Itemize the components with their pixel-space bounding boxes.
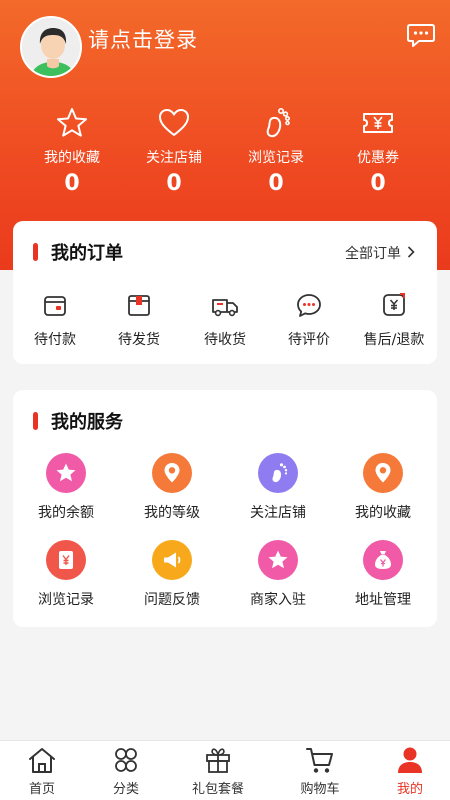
megaphone-icon (152, 540, 192, 580)
stat-count: 0 (268, 171, 284, 196)
service-merchant-join[interactable]: 商家入驻 (228, 540, 328, 609)
truck-icon (212, 299, 238, 317)
location-pin-icon (363, 453, 403, 493)
yen-ticket-icon (46, 540, 86, 580)
location-pin-icon (152, 453, 192, 493)
stat-followed-shops[interactable]: 关注店铺 0 (124, 106, 224, 196)
star-badge-icon (258, 540, 298, 580)
all-orders-label: 全部订单 (345, 246, 401, 262)
section-accent-bar (33, 412, 38, 430)
tab-mine[interactable]: 我的 (368, 745, 450, 797)
stat-favorites[interactable]: 我的收藏 0 (22, 106, 122, 196)
footprint-icon (266, 107, 290, 138)
order-pending-receipt[interactable]: 待收货 (185, 291, 265, 349)
services-title: 我的服务 (51, 412, 123, 433)
stat-coupons[interactable]: 优惠券 0 (328, 106, 428, 196)
tab-label: 首页 (28, 782, 55, 797)
stat-label: 浏览记录 (248, 150, 304, 166)
tab-label: 购物车 (300, 782, 340, 797)
services-card: 我的服务 我的余额 我的等级 关注店铺 我的收藏 浏览记录 问题反馈 商家入驻 … (13, 390, 437, 627)
service-feedback[interactable]: 问题反馈 (122, 540, 222, 609)
tab-cart[interactable]: 购物车 (278, 745, 362, 797)
tab-label: 分类 (112, 782, 139, 797)
service-label: 浏览记录 (38, 592, 94, 608)
comment-icon (297, 294, 321, 317)
order-label: 待评价 (288, 332, 330, 348)
heart-icon (159, 109, 189, 136)
stat-label: 关注店铺 (146, 150, 202, 166)
category-icon (115, 748, 137, 772)
tab-label: 礼包套餐 (191, 782, 244, 797)
tab-label: 我的 (396, 782, 423, 797)
orders-card: 我的订单 全部订单 待付款 待发货 待收货 待评价 售后/退款 (13, 221, 437, 364)
login-prompt[interactable]: 请点击登录 (88, 24, 198, 54)
package-icon (128, 295, 150, 316)
services-card-header: 我的服务 (13, 390, 437, 450)
stat-history[interactable]: 浏览记录 0 (226, 106, 326, 196)
tab-home[interactable]: 首页 (0, 745, 84, 797)
service-balance[interactable]: 我的余额 (16, 453, 116, 522)
service-label: 关注店铺 (250, 505, 306, 521)
stat-count: 0 (64, 171, 80, 196)
stat-count: 0 (370, 171, 386, 196)
all-orders-link[interactable]: 全部订单 (345, 243, 415, 263)
service-label: 商家入驻 (250, 592, 306, 608)
order-pending-shipment[interactable]: 待发货 (99, 291, 179, 349)
service-history[interactable]: 浏览记录 (16, 540, 116, 609)
message-icon[interactable] (406, 22, 436, 48)
refund-icon (383, 293, 405, 316)
wallet-icon (44, 296, 66, 316)
order-pending-review[interactable]: 待评价 (269, 291, 349, 349)
section-accent-bar (33, 243, 38, 261)
footprint-icon (258, 453, 298, 493)
order-label: 待付款 (34, 332, 76, 348)
coupon-icon (363, 113, 393, 133)
orders-card-header: 我的订单 全部订单 (13, 221, 437, 281)
service-level[interactable]: 我的等级 (122, 453, 222, 522)
service-label: 我的余额 (38, 505, 94, 521)
money-bag-icon (363, 540, 403, 580)
order-pending-payment[interactable]: 待付款 (15, 291, 95, 349)
service-followed-shops[interactable]: 关注店铺 (228, 453, 328, 522)
user-icon (398, 747, 422, 773)
stats-row: 我的收藏 0 关注店铺 0 浏览记录 0 优惠券 0 (0, 106, 450, 206)
avatar[interactable] (20, 16, 82, 78)
home-icon (29, 748, 55, 773)
order-label: 售后/退款 (363, 332, 425, 348)
stat-label: 我的收藏 (44, 150, 100, 166)
order-after-sales[interactable]: 售后/退款 (354, 291, 434, 349)
service-address[interactable]: 地址管理 (333, 540, 433, 609)
stat-label: 优惠券 (357, 150, 399, 166)
service-label: 地址管理 (355, 592, 411, 608)
star-icon (57, 108, 87, 137)
cart-icon (306, 748, 333, 773)
stat-count: 0 (166, 171, 182, 196)
star-badge-icon (46, 453, 86, 493)
tab-category[interactable]: 分类 (84, 745, 168, 797)
gift-icon (206, 748, 230, 773)
service-favorites[interactable]: 我的收藏 (333, 453, 433, 522)
bottom-tab-bar: 首页 分类 礼包套餐 购物车 我的 (0, 740, 450, 800)
service-label: 我的等级 (144, 505, 200, 521)
service-label: 问题反馈 (144, 592, 200, 608)
service-label: 我的收藏 (355, 505, 411, 521)
order-label: 待发货 (118, 332, 160, 348)
orders-title: 我的订单 (51, 243, 123, 264)
chevron-right-icon (407, 246, 415, 262)
tab-gift-packages[interactable]: 礼包套餐 (176, 745, 260, 797)
order-label: 待收货 (204, 332, 246, 348)
